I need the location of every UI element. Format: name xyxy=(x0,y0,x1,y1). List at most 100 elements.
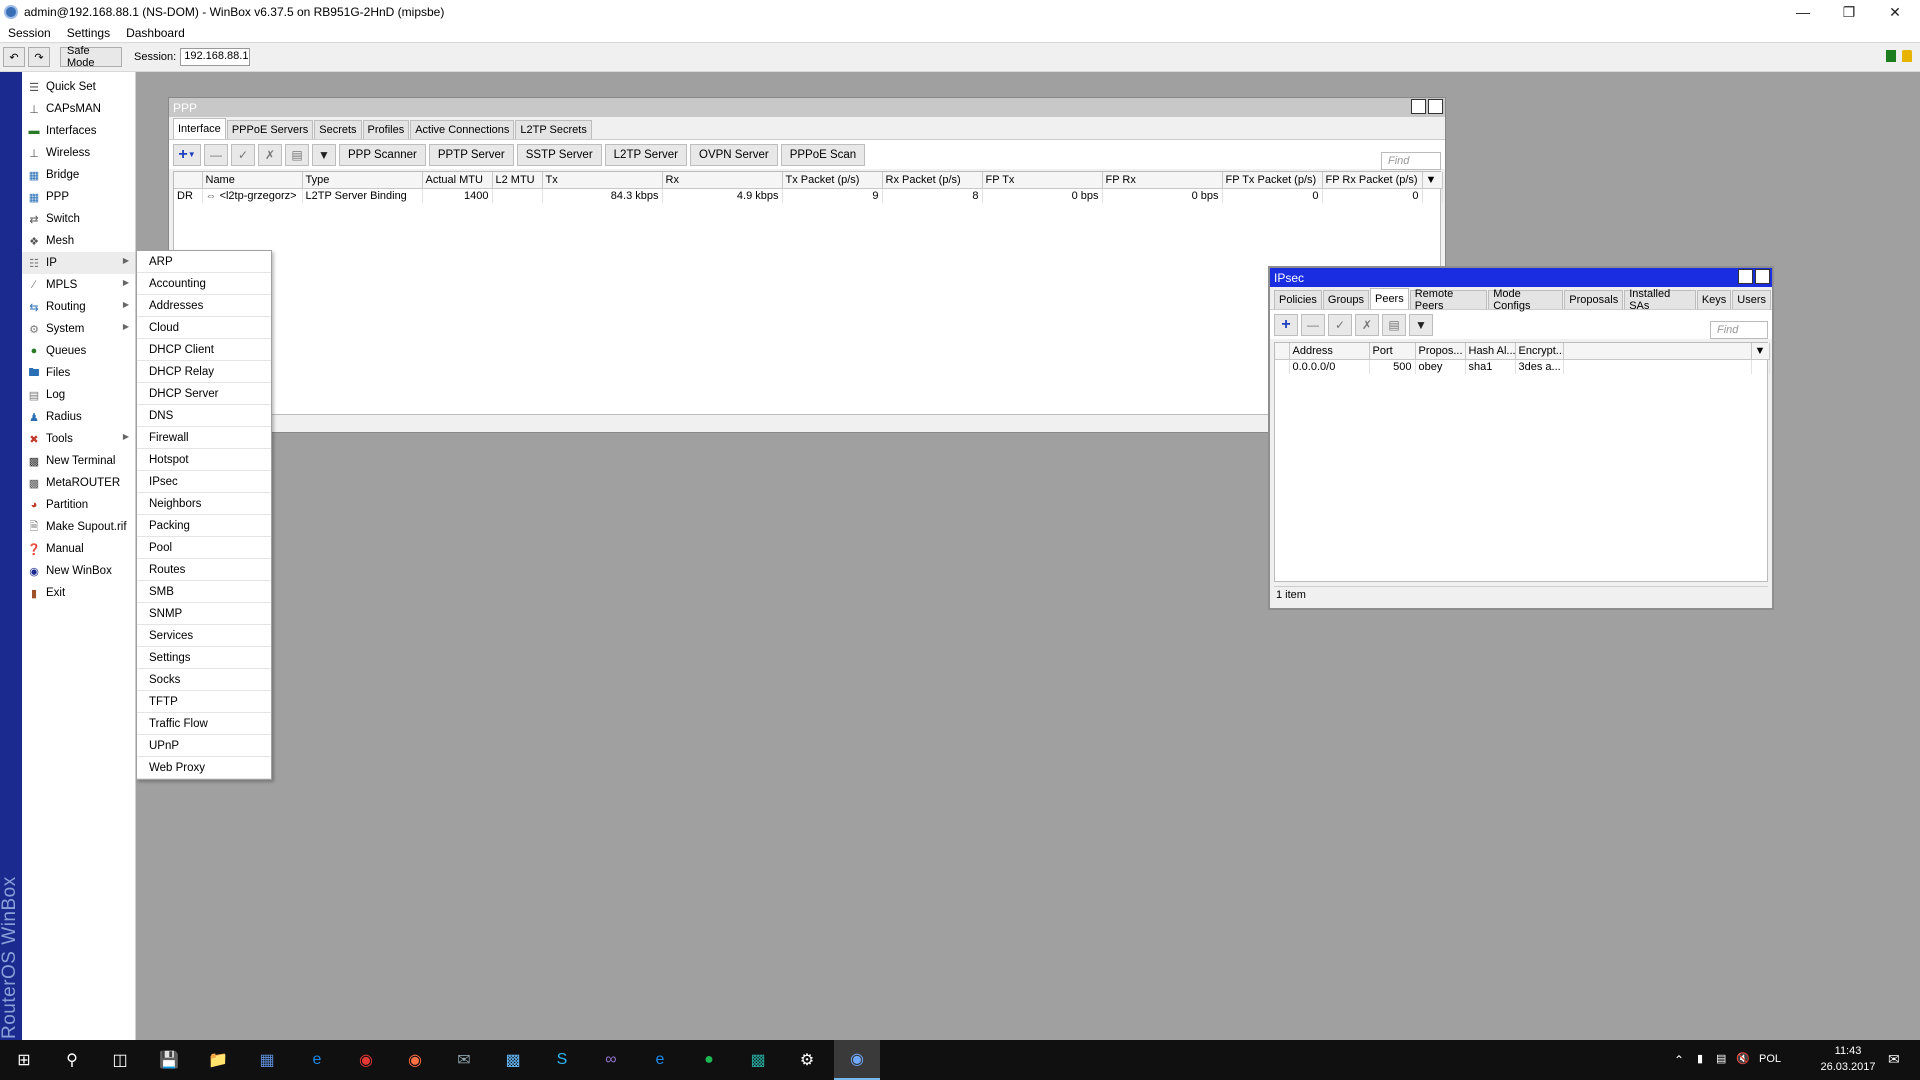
submenu-dhcp-relay[interactable]: DHCP Relay xyxy=(137,361,271,383)
ppp-maximize-button[interactable]: □ xyxy=(1411,99,1426,114)
task-view-icon[interactable]: ◫ xyxy=(108,1048,132,1072)
internet-explorer-icon[interactable]: e xyxy=(305,1048,329,1072)
edge-icon[interactable]: e xyxy=(648,1048,672,1072)
ipsec-add-button[interactable]: + xyxy=(1274,313,1298,336)
nav-log[interactable]: ▤ Log xyxy=(22,384,135,406)
ipsec-disable-button[interactable]: ✗ xyxy=(1355,313,1379,336)
tab-interface[interactable]: Interface xyxy=(173,118,226,139)
tab-peers[interactable]: Peers xyxy=(1369,288,1409,309)
sstp-server-button[interactable]: SSTP Server xyxy=(516,143,602,166)
tab-installed-sas[interactable]: Installed SAs xyxy=(1624,288,1696,312)
network-app-icon[interactable]: ▦ xyxy=(255,1048,279,1072)
nav-switch[interactable]: ⇄ Switch xyxy=(22,208,135,230)
column-chooser-button[interactable]: ▼ xyxy=(1422,172,1443,189)
submenu-addresses[interactable]: Addresses xyxy=(137,295,271,317)
col-type[interactable]: Type xyxy=(302,172,423,189)
pppoe-scan-button[interactable]: PPPoE Scan xyxy=(780,143,866,166)
language-indicator[interactable]: POL xyxy=(1759,1053,1781,1065)
tab-l2tp-secrets[interactable]: L2TP Secrets xyxy=(515,120,592,139)
col-fp-tx[interactable]: FP Tx xyxy=(982,172,1103,189)
search-icon[interactable]: ⚲ xyxy=(60,1048,84,1072)
network-icon[interactable]: ▤ xyxy=(1716,1052,1726,1065)
tab-secrets[interactable]: Secrets xyxy=(314,120,362,139)
nav-bridge[interactable]: ▦ Bridge xyxy=(22,164,135,186)
nav-interfaces[interactable]: ▬ Interfaces xyxy=(22,120,135,142)
submenu-pool[interactable]: Pool xyxy=(137,537,271,559)
table-row[interactable]: DR ⇔ <l2tp-grzegorz> L2TP Server Binding… xyxy=(174,188,1443,203)
ipsec-filter-button[interactable]: ▼ xyxy=(1409,313,1433,336)
tab-remote-peers[interactable]: Remote Peers xyxy=(1409,288,1488,312)
menu-session[interactable]: Session xyxy=(0,26,59,40)
session-field[interactable]: 192.168.88.1 xyxy=(180,48,251,66)
submenu-firewall[interactable]: Firewall xyxy=(137,427,271,449)
app-monitor-icon[interactable]: ▩ xyxy=(746,1048,770,1072)
tab-users[interactable]: Users xyxy=(1732,290,1772,309)
skype-icon[interactable]: S xyxy=(550,1048,574,1072)
col-fp-tx-packet[interactable]: FP Tx Packet (p/s) xyxy=(1222,172,1323,189)
col-encrypt[interactable]: Encrypt... xyxy=(1515,343,1564,360)
tab-profiles[interactable]: Profiles xyxy=(362,120,410,139)
nav-routing[interactable]: ⇆ Routing ▶ xyxy=(22,296,135,318)
nav-mpls[interactable]: ∕ MPLS ▶ xyxy=(22,274,135,296)
nav-mesh[interactable]: ❖ Mesh xyxy=(22,230,135,252)
volume-muted-icon[interactable]: 🔇 xyxy=(1736,1052,1750,1065)
table-row[interactable]: 0.0.0.0/0 500 obey sha1 3des a... xyxy=(1275,359,1770,374)
nav-make-supout[interactable]: 🗎 Make Supout.rif xyxy=(22,516,135,538)
submenu-hotspot[interactable]: Hotspot xyxy=(137,449,271,471)
col-fp-rx-packet[interactable]: FP Rx Packet (p/s) xyxy=(1322,172,1423,189)
redo-button[interactable]: ↷ xyxy=(28,47,50,67)
ipsec-maximize-button[interactable]: □ xyxy=(1738,269,1753,284)
tab-policies[interactable]: Policies xyxy=(1274,290,1322,309)
col-port[interactable]: Port xyxy=(1369,343,1416,360)
submenu-socks[interactable]: Socks xyxy=(137,669,271,691)
col-rx[interactable]: Rx xyxy=(662,172,783,189)
add-button[interactable]: + ▼ xyxy=(173,143,201,166)
col-l2-mtu[interactable]: L2 MTU xyxy=(492,172,543,189)
ppp-find-input[interactable]: Find xyxy=(1381,152,1441,170)
nav-ppp[interactable]: ▦ PPP xyxy=(22,186,135,208)
pptp-server-button[interactable]: PPTP Server xyxy=(428,143,514,166)
submenu-settings[interactable]: Settings xyxy=(137,647,271,669)
col-tx-packet[interactable]: Tx Packet (p/s) xyxy=(782,172,883,189)
chrome-icon[interactable]: ◉ xyxy=(354,1048,378,1072)
ppp-scanner-button[interactable]: PPP Scanner xyxy=(339,143,426,166)
nav-ip[interactable]: ☷ IP ▶ xyxy=(22,252,135,274)
ppp-close-button[interactable]: ✕ xyxy=(1428,99,1443,114)
ipsec-column-chooser[interactable]: ▼ xyxy=(1751,343,1770,360)
ipsec-find-input[interactable]: Find xyxy=(1710,321,1768,339)
clock-time[interactable]: 11:43 xyxy=(1818,1045,1878,1057)
ovpn-server-button[interactable]: OVPN Server xyxy=(690,143,778,166)
submenu-dns[interactable]: DNS xyxy=(137,405,271,427)
submenu-routes[interactable]: Routes xyxy=(137,559,271,581)
tab-active-connections[interactable]: Active Connections xyxy=(410,120,515,139)
nav-capsman[interactable]: ⊥ CAPsMAN xyxy=(22,98,135,120)
nav-quick-set[interactable]: ☰ Quick Set xyxy=(22,76,135,98)
nav-new-terminal[interactable]: ▩ New Terminal xyxy=(22,450,135,472)
clock-date[interactable]: 26.03.2017 xyxy=(1818,1061,1878,1073)
nav-wireless[interactable]: ⊥ Wireless xyxy=(22,142,135,164)
winbox-taskbar-icon[interactable]: ◉ xyxy=(834,1040,880,1080)
submenu-web-proxy[interactable]: Web Proxy xyxy=(137,757,271,779)
submenu-upnp[interactable]: UPnP xyxy=(137,735,271,757)
tray-chevron-icon[interactable]: ⌃ xyxy=(1674,1053,1684,1067)
submenu-packing[interactable]: Packing xyxy=(137,515,271,537)
nav-queues[interactable]: ● Queues xyxy=(22,340,135,362)
nav-radius[interactable]: ♟ Radius xyxy=(22,406,135,428)
save-app-icon[interactable]: 💾 xyxy=(157,1048,181,1072)
nav-system[interactable]: ⚙ System ▶ xyxy=(22,318,135,340)
ipsec-title-bar[interactable]: IPsec □ ✕ xyxy=(1270,268,1772,287)
file-explorer-icon[interactable]: 📁 xyxy=(206,1048,230,1072)
submenu-dhcp-client[interactable]: DHCP Client xyxy=(137,339,271,361)
thunderbird-icon[interactable]: ✉ xyxy=(452,1048,476,1072)
submenu-ipsec[interactable]: IPsec xyxy=(137,471,271,493)
submenu-smb[interactable]: SMB xyxy=(137,581,271,603)
submenu-services[interactable]: Services xyxy=(137,625,271,647)
submenu-arp[interactable]: ARP xyxy=(137,251,271,273)
remote-desktop-icon[interactable]: ▩ xyxy=(501,1048,525,1072)
tab-keys[interactable]: Keys xyxy=(1696,290,1732,309)
ipsec-enable-button[interactable]: ✓ xyxy=(1328,313,1352,336)
submenu-snmp[interactable]: SNMP xyxy=(137,603,271,625)
nav-tools[interactable]: ✖ Tools ▶ xyxy=(22,428,135,450)
col-rx-packet[interactable]: Rx Packet (p/s) xyxy=(882,172,983,189)
col-fp-rx[interactable]: FP Rx xyxy=(1102,172,1223,189)
